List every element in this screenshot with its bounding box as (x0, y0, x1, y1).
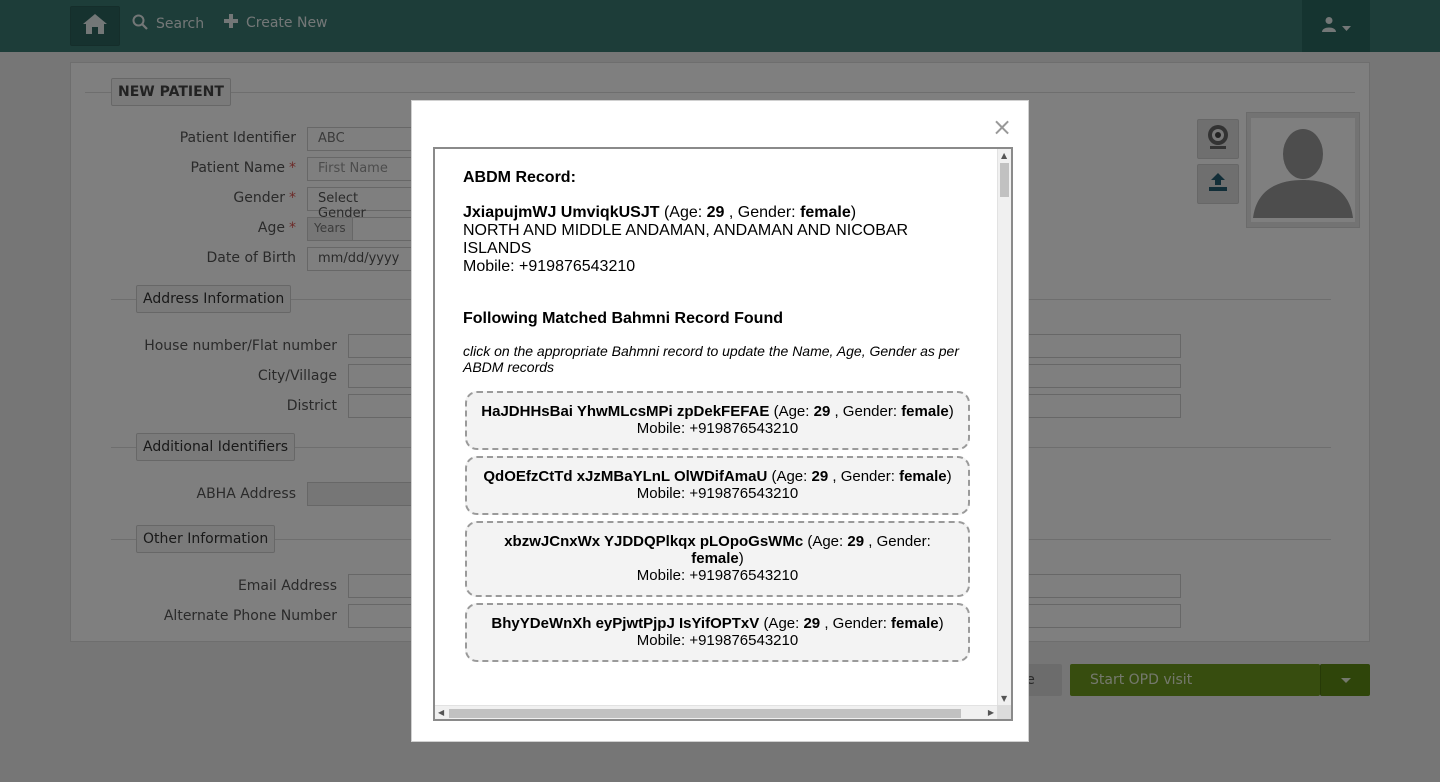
record-name: xbzwJCnxWx YJDDQPlkqx pLOpoGsWMc (504, 533, 804, 550)
scrollbar-corner (997, 705, 1011, 719)
vertical-scrollbar[interactable]: ▲ ▼ (997, 149, 1011, 705)
abdm-record-title: ABDM Record: (463, 169, 576, 186)
record-age: 29 (811, 468, 829, 485)
record-name: HaJDHHsBai YhwMLcsMPi zpDekFEFAE (481, 403, 770, 420)
record-gender: female (891, 615, 939, 632)
record-summary: xbzwJCnxWx YJDDQPlkqx pLOpoGsWMc (Age: 2… (504, 533, 931, 567)
record-gender: female (901, 403, 949, 420)
abdm-record-address-line1: NORTH AND MIDDLE ANDAMAN, ANDAMAN AND NI… (463, 222, 909, 239)
record-age: 29 (813, 403, 831, 420)
abdm-record-gender: female (800, 204, 851, 221)
record-age: 29 (803, 615, 821, 632)
record-mobile: Mobile: +919876543210 (636, 420, 799, 437)
record-mobile: Mobile: +919876543210 (636, 485, 799, 502)
bahmni-record-card[interactable]: BhyYDeWnXh eyPjwtPjpJ IsYifOPTxV (Age: 2… (465, 603, 970, 662)
record-name: BhyYDeWnXh eyPjwtPjpJ IsYifOPTxV (491, 615, 760, 632)
abdm-record-age: 29 (706, 204, 725, 221)
abdm-record-name: JxiapujmWJ UmviqkUSJT (463, 204, 660, 221)
matched-records-instruction: click on the appropriate Bahmni record t… (463, 343, 959, 375)
record-mobile: Mobile: +919876543210 (636, 632, 799, 649)
abdm-record-address-line2: ISLANDS (463, 240, 532, 257)
record-summary: QdOEfzCtTd xJzMBaYLnL OlWDifAmaU (Age: 2… (483, 468, 952, 485)
record-summary: HaJDHHsBai YhwMLcsMPi zpDekFEFAE (Age: 2… (481, 403, 954, 420)
scroll-left-icon[interactable]: ◀ (438, 708, 444, 717)
record-gender: female (691, 550, 739, 567)
abdm-record-frame: ABDM Record: JxiapujmWJ UmviqkUSJT (Age:… (433, 147, 1013, 721)
record-mobile: Mobile: +919876543210 (636, 567, 799, 584)
matched-records-title: Following Matched Bahmni Record Found (463, 310, 783, 327)
record-name: QdOEfzCtTd xJzMBaYLnL OlWDifAmaU (483, 468, 768, 485)
abdm-record-name-line: JxiapujmWJ UmviqkUSJT (Age: 29 , Gender:… (463, 204, 857, 221)
abdm-record-mobile: Mobile: +919876543210 (463, 258, 636, 275)
scroll-down-icon[interactable]: ▼ (1001, 694, 1007, 703)
scroll-right-icon[interactable]: ▶ (988, 708, 994, 717)
close-icon[interactable]: × (992, 115, 1012, 139)
record-gender: female (899, 468, 947, 485)
bahmni-record-card[interactable]: HaJDHHsBai YhwMLcsMPi zpDekFEFAE (Age: 2… (465, 391, 970, 450)
abdm-match-dialog: × ABDM Record: JxiapujmWJ UmviqkUSJT (Ag… (411, 100, 1029, 742)
bahmni-record-card[interactable]: QdOEfzCtTd xJzMBaYLnL OlWDifAmaU (Age: 2… (465, 456, 970, 515)
vertical-scroll-thumb[interactable] (1000, 163, 1009, 197)
scroll-up-icon[interactable]: ▲ (1001, 151, 1007, 160)
bahmni-record-card[interactable]: xbzwJCnxWx YJDDQPlkqx pLOpoGsWMc (Age: 2… (465, 521, 970, 597)
record-summary: BhyYDeWnXh eyPjwtPjpJ IsYifOPTxV (Age: 2… (491, 615, 944, 632)
horizontal-scroll-thumb[interactable] (449, 709, 961, 718)
horizontal-scrollbar[interactable]: ◀ ▶ (435, 705, 997, 719)
record-age: 29 (847, 533, 865, 550)
